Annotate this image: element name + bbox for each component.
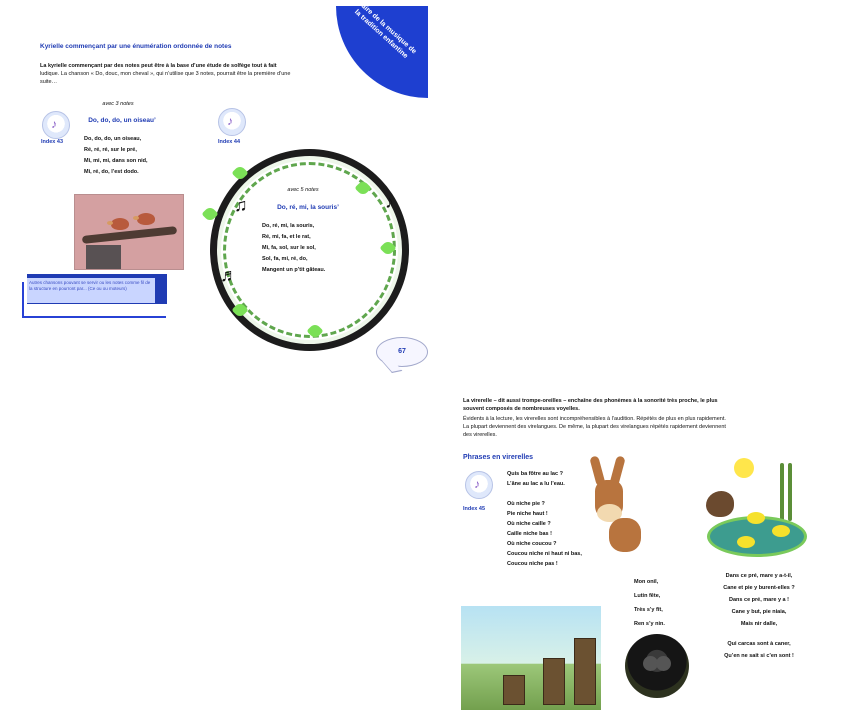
log-icon	[503, 675, 525, 705]
intro-line-3: Évidents à la lecture, les virerelles so…	[463, 416, 726, 422]
virerelle-line: Très s’y fît,	[634, 607, 663, 613]
birds-illustration	[74, 194, 184, 270]
virerelle-line: Dans ce pré, mare y a !	[729, 597, 789, 603]
section-title: Phrases en virerelles	[463, 454, 534, 461]
sun-icon	[734, 458, 754, 478]
first-song-line: Do, do, do, un oiseau,	[84, 136, 142, 142]
virerelle-line: Cane et pie y burent-elles ?	[723, 585, 795, 591]
first-song-line: Ré, ré, ré, sur le pré,	[84, 147, 137, 153]
virerelle-line: Qu’en ne sait si c’en sont !	[724, 653, 794, 659]
virerelles-right-lyrics: Dans ce pré, mare y a-t-il, Cane et pie …	[699, 570, 819, 662]
first-song-line: Mi, mi, mi, dans son nid,	[84, 158, 148, 164]
second-song-line: Mi, fa, sol, sur le sol,	[262, 245, 316, 251]
log-icon	[543, 658, 565, 705]
right-page: La virerelle – dit aussi trompe-oreilles…	[429, 378, 843, 712]
bird-icon	[133, 213, 155, 225]
tree-stump-icon	[86, 245, 121, 269]
index-label-44: Index 44	[218, 139, 241, 145]
log-icon	[574, 638, 596, 705]
intro-line-2: ludique. La chanson « Do, douc, mon chev…	[40, 71, 291, 77]
virerelle-line: Coucou niche pas !	[507, 561, 558, 567]
corner-banner-text: Faire de la musique de la tradition enfa…	[353, 6, 418, 60]
note-box: Autres chansons pouvant se servir ou les…	[22, 274, 167, 318]
bird-icon	[107, 218, 129, 230]
virerelle-line: Mais nir dalle,	[740, 621, 778, 627]
second-song-line: Do, ré, mi, la souris,	[262, 223, 315, 229]
duckling-icon	[772, 525, 790, 537]
music-note-icon: ♬	[220, 265, 238, 285]
music-index-icon	[42, 111, 70, 139]
second-song-title: Do, ré, mi, la souris’	[277, 204, 339, 211]
music-index-icon	[465, 471, 493, 499]
reed-icon	[788, 463, 792, 521]
second-song-line: Mangent un p’tit gâteau.	[262, 267, 326, 273]
virerelle-line: Cane y but, pie niaia,	[731, 609, 787, 615]
intro-line-3: suite…	[40, 79, 58, 85]
virerelle-line: Lutin fête,	[634, 593, 661, 599]
page-number-bubble: 67	[376, 337, 428, 367]
second-song-line: Sol, fa, mi, ré, do,	[262, 256, 308, 262]
note-box-text: Autres chansons pouvant se servir ou les…	[27, 278, 155, 303]
music-note-icon: ♪	[385, 192, 394, 212]
first-song-line: Mi, ré, do, l’est dodo.	[84, 169, 139, 175]
index-label-43: Index 43	[41, 139, 64, 145]
intro-line-1: La virerelle – dit aussi trompe-oreilles…	[463, 398, 718, 404]
donkey-body-icon	[609, 518, 641, 552]
first-song-lyrics: Do, do, do, un oiseau, Ré, ré, ré, sur l…	[84, 134, 184, 178]
pond-illustration	[701, 458, 809, 568]
index-label-45: Index 45	[463, 506, 486, 512]
donkey-illustration	[581, 455, 641, 556]
left-page: Faire de la musique de la tradition enfa…	[6, 6, 428, 374]
virerelle-line: Ren s’y nin.	[634, 621, 665, 627]
music-note-icon: ♫	[234, 195, 248, 215]
reed-icon	[780, 463, 784, 521]
intro-line-1: La kyrielle commençant par des notes peu…	[40, 63, 277, 69]
second-song-subtitle: avec 5 notes	[287, 187, 319, 193]
first-song-subtitle: avec 3 notes	[102, 101, 134, 107]
virerelles-center-lyrics: Mon onil, Lutin fête, Très s’y fît, Ren …	[634, 575, 704, 631]
virerelle-line: Qui carcas sont à caner,	[727, 641, 791, 647]
duckling-icon	[747, 512, 765, 524]
branch-icon	[81, 226, 178, 244]
second-song-lyrics: Do, ré, mi, la souris, Ré, mi, fa, et le…	[262, 221, 354, 276]
second-song-line: Ré, mi, fa, et le rat,	[262, 234, 311, 240]
first-song-title: Do, do, do, un oiseau’	[88, 117, 156, 124]
music-index-icon	[218, 108, 246, 136]
rat-illustration	[625, 634, 689, 698]
duckling-icon	[737, 536, 755, 548]
intro-line-5: des virerelles.	[463, 432, 497, 438]
section-title: Kyrielle commençant par une énumération …	[40, 43, 232, 50]
intro-line-2: souvent composés de nombreuses voyelles.	[463, 406, 580, 412]
tree-stumps-photo	[461, 606, 601, 710]
duck-icon	[706, 491, 734, 517]
virerelle-line: Dans ce pré, mare y a-t-il,	[725, 573, 793, 579]
virerelle-line: Mon onil,	[634, 579, 659, 585]
intro-line-4: La plupart deviennent des virelangues. D…	[463, 424, 726, 430]
